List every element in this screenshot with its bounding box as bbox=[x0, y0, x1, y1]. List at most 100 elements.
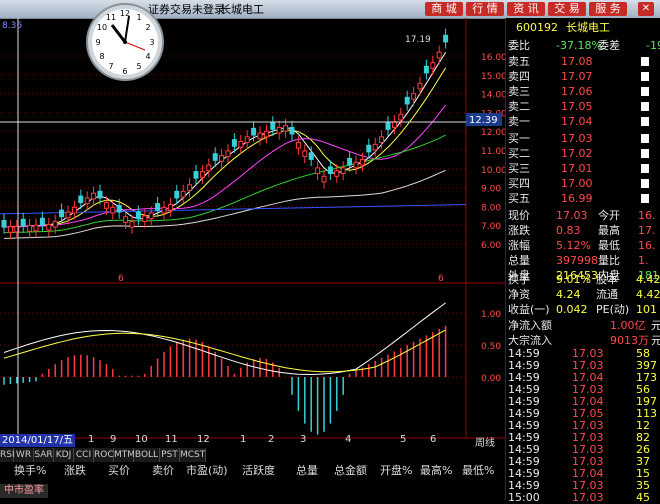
candle-body bbox=[110, 206, 116, 214]
candle-body bbox=[308, 152, 314, 160]
buy-price: 17.00 bbox=[561, 177, 593, 190]
indicator-tab-roc[interactable]: ROC bbox=[94, 448, 114, 462]
candle-body bbox=[347, 157, 353, 166]
flow-label: 大宗流入 bbox=[508, 334, 552, 347]
indicator-tab-cci[interactable]: CCI bbox=[74, 448, 94, 462]
column-header[interactable]: 最低% bbox=[462, 462, 494, 480]
stat-value: 0.83 bbox=[556, 224, 581, 237]
candle-body bbox=[155, 203, 161, 211]
close-icon[interactable]: ✕ bbox=[638, 2, 654, 16]
stat-label: 涨幅 bbox=[508, 239, 530, 252]
calendar-mark: 6 bbox=[430, 434, 437, 445]
column-header[interactable]: 最高% bbox=[420, 462, 452, 480]
stat-row: 总量 397998 量比 1. bbox=[506, 253, 660, 268]
volume-axis-label: 1.00 bbox=[481, 310, 501, 320]
candle-body bbox=[97, 190, 103, 199]
sell-price: 17.07 bbox=[561, 70, 593, 83]
candle-body bbox=[199, 171, 205, 178]
candle-body bbox=[219, 155, 225, 162]
column-header[interactable]: 活跃度 bbox=[242, 462, 275, 480]
indicator-tab-mcst[interactable]: MCST bbox=[180, 448, 206, 462]
candle-body bbox=[404, 96, 410, 105]
calendar-row: 2014/01/17/五 周线 1 9 10 11 12 1 2 3 4 5 6 bbox=[0, 434, 505, 449]
price-axis-label: 14.00 bbox=[481, 91, 505, 101]
sell-volume-block bbox=[641, 117, 649, 126]
column-header[interactable]: 总金额 bbox=[334, 462, 367, 480]
price-axis-label: 15.00 bbox=[481, 72, 505, 82]
stat-label: 涨跌 bbox=[508, 224, 530, 237]
price-axis-label: 6.00 bbox=[481, 241, 501, 251]
sell-row: 卖四 17.07 bbox=[506, 69, 660, 84]
sell-row: 卖五 17.08 bbox=[506, 54, 660, 69]
stat-row: 现价 17.03 今开 16. bbox=[506, 208, 660, 223]
period-label[interactable]: 周线 bbox=[475, 434, 495, 449]
column-header[interactable]: 总量 bbox=[296, 462, 318, 480]
fund-value: 101 bbox=[636, 303, 657, 316]
column-header[interactable]: 换手% bbox=[14, 462, 46, 480]
tick-time: 15:00 bbox=[508, 491, 540, 504]
candle-body bbox=[78, 195, 84, 204]
nav-mall-button[interactable]: 商 城 bbox=[425, 2, 463, 16]
candle-body bbox=[244, 136, 250, 143]
stat-value: 17. bbox=[638, 224, 656, 237]
stat-label: 最高 bbox=[598, 224, 620, 237]
indicator-tab-boll[interactable]: BOLL bbox=[134, 448, 160, 462]
candle-body bbox=[103, 202, 109, 209]
dea-line bbox=[3, 329, 446, 373]
buy-volume-block bbox=[641, 149, 649, 158]
calendar-mark: 4 bbox=[345, 434, 352, 445]
kline-chart[interactable]: 16.0015.0014.0013.0012.0011.0010.009.008… bbox=[0, 18, 505, 460]
indicator-tab-mtm[interactable]: MTM bbox=[114, 448, 135, 462]
indicator-tab-wr[interactable]: WR bbox=[14, 448, 34, 462]
column-header[interactable]: 涨跌 bbox=[64, 462, 86, 480]
stock-title: 长城电工 bbox=[220, 3, 264, 16]
sell-row: 卖三 17.06 bbox=[506, 84, 660, 99]
sell-label: 卖五 bbox=[508, 55, 530, 68]
candle-body bbox=[385, 122, 391, 130]
price-axis-label: 12.00 bbox=[481, 128, 505, 138]
column-header[interactable]: 买价 bbox=[108, 462, 130, 480]
stat-value: 16. bbox=[638, 239, 656, 252]
stat-value: 5.12% bbox=[556, 239, 591, 252]
volume-histogram bbox=[3, 325, 447, 435]
candle-body bbox=[443, 34, 449, 43]
nav-news-button[interactable]: 资 讯 bbox=[507, 2, 545, 16]
sell-volume-block bbox=[641, 72, 649, 81]
marker-6-right: 6 bbox=[438, 274, 444, 284]
column-header[interactable]: 卖价 bbox=[152, 462, 174, 480]
flow-value: 9013万 bbox=[610, 334, 649, 347]
nav-service-button[interactable]: 服 务 bbox=[589, 2, 627, 16]
price-axis-label: 16.00 bbox=[481, 53, 505, 63]
nav-market-button[interactable]: 行 情 bbox=[466, 2, 504, 16]
indicator-tab-pst[interactable]: PST bbox=[160, 448, 180, 462]
stat-label: 总量 bbox=[508, 254, 530, 267]
candle-body bbox=[71, 206, 77, 214]
fund-row: 换手 9.01% 股本 4.42 bbox=[506, 272, 660, 287]
calendar-mark: 10 bbox=[135, 434, 148, 445]
column-header[interactable]: 市盈(动) bbox=[186, 462, 228, 480]
fund-value: 4.42 bbox=[636, 273, 660, 286]
price-axis-label: 10.00 bbox=[481, 166, 505, 176]
stat-value: 397998 bbox=[556, 254, 598, 267]
dif-line bbox=[3, 302, 446, 376]
candle-body bbox=[148, 212, 154, 220]
weibi-label: 委比 bbox=[508, 39, 530, 52]
pe-tab[interactable]: 中市盈率 bbox=[0, 484, 48, 498]
fund-value: 9.01% bbox=[556, 273, 591, 286]
sell-price: 17.06 bbox=[561, 85, 593, 98]
column-header[interactable]: 开盘% bbox=[380, 462, 412, 480]
candle-body bbox=[65, 211, 71, 219]
indicator-tab-rsi[interactable]: RSI bbox=[0, 448, 15, 462]
sell-volume-block bbox=[641, 87, 649, 96]
weibi-row: 委比 -37.18% 委差 -19 bbox=[506, 38, 660, 53]
nav-trade-button[interactable]: 交 易 bbox=[548, 2, 586, 16]
indicator-tab-sar[interactable]: SAR bbox=[34, 448, 54, 462]
candlesticks bbox=[1, 28, 449, 239]
price-axis-label: 11.00 bbox=[481, 147, 505, 157]
flow-label: 净流入额 bbox=[508, 319, 552, 332]
candle-body bbox=[231, 139, 237, 147]
fund-label: 流通 bbox=[596, 288, 618, 301]
candle-body bbox=[263, 130, 269, 138]
indicator-tab-kdj[interactable]: KDJ bbox=[54, 448, 74, 462]
calendar-mark: 12 bbox=[197, 434, 210, 445]
